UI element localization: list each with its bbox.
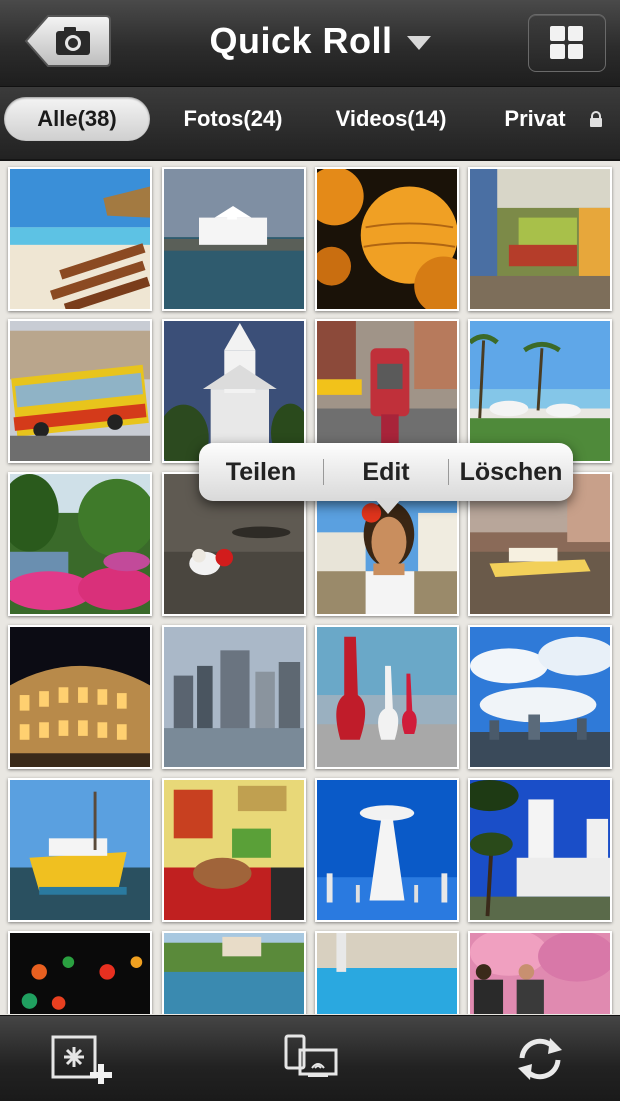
tab-alle[interactable]: Alle(38) (4, 97, 150, 141)
photo-thumbnail[interactable] (468, 319, 612, 463)
photo-thumbnail[interactable] (162, 625, 306, 769)
photo-thumbnail[interactable] (468, 625, 612, 769)
chevron-down-icon (406, 36, 431, 50)
photo-action-popover: Teilen Edit Löschen (199, 443, 573, 501)
page-title: Quick Roll (209, 20, 393, 61)
photo-thumbnail[interactable] (315, 778, 459, 922)
photo-thumbnail[interactable] (468, 778, 612, 922)
photo-thumbnail[interactable] (162, 319, 306, 463)
photo-thumbnail[interactable] (162, 778, 306, 922)
delete-option[interactable]: Löschen (449, 458, 573, 487)
photo-thumbnail[interactable] (162, 167, 306, 311)
photo-thumbnail[interactable] (315, 167, 459, 311)
airplay-devices-button[interactable] (282, 1034, 346, 1084)
bottom-toolbar (0, 1015, 620, 1101)
lock-icon (590, 111, 602, 127)
add-photo-icon (51, 1035, 112, 1086)
photo-thumbnail[interactable] (315, 931, 459, 1014)
photo-thumbnail[interactable] (468, 167, 612, 311)
photo-thumbnail[interactable] (8, 625, 152, 769)
photo-thumbnail[interactable] (315, 319, 459, 463)
tab-privat[interactable]: Privat (490, 97, 580, 141)
photo-thumbnail[interactable] (8, 778, 152, 922)
add-photo-button[interactable] (50, 1034, 114, 1086)
grid-view-button[interactable] (528, 14, 606, 72)
photo-thumbnail[interactable] (315, 625, 459, 769)
edit-option[interactable]: Edit (324, 458, 448, 487)
popover-arrow (374, 498, 402, 514)
photo-thumbnail[interactable] (8, 167, 152, 311)
tab-fotos[interactable]: Fotos(24) (166, 97, 300, 141)
photo-grid (0, 161, 620, 1014)
navigation-bar: Quick Roll (0, 0, 620, 87)
refresh-icon (518, 1038, 562, 1080)
filter-tab-bar: Alle(38) Fotos(24) Videos(14) Privat (0, 87, 620, 161)
album-selector[interactable]: Quick Roll (190, 18, 450, 64)
refresh-button[interactable] (508, 1034, 572, 1084)
photo-thumbnail[interactable] (162, 931, 306, 1014)
airplay-devices-icon (284, 1034, 338, 1077)
share-option[interactable]: Teilen (199, 458, 323, 487)
photo-thumbnail[interactable] (468, 931, 612, 1014)
photo-thumbnail[interactable] (8, 472, 152, 616)
photo-thumbnail[interactable] (8, 931, 152, 1014)
camera-icon (56, 27, 90, 55)
tab-videos[interactable]: Videos(14) (318, 97, 464, 141)
photo-thumbnail[interactable] (8, 319, 152, 463)
camera-back-button[interactable] (24, 14, 112, 68)
